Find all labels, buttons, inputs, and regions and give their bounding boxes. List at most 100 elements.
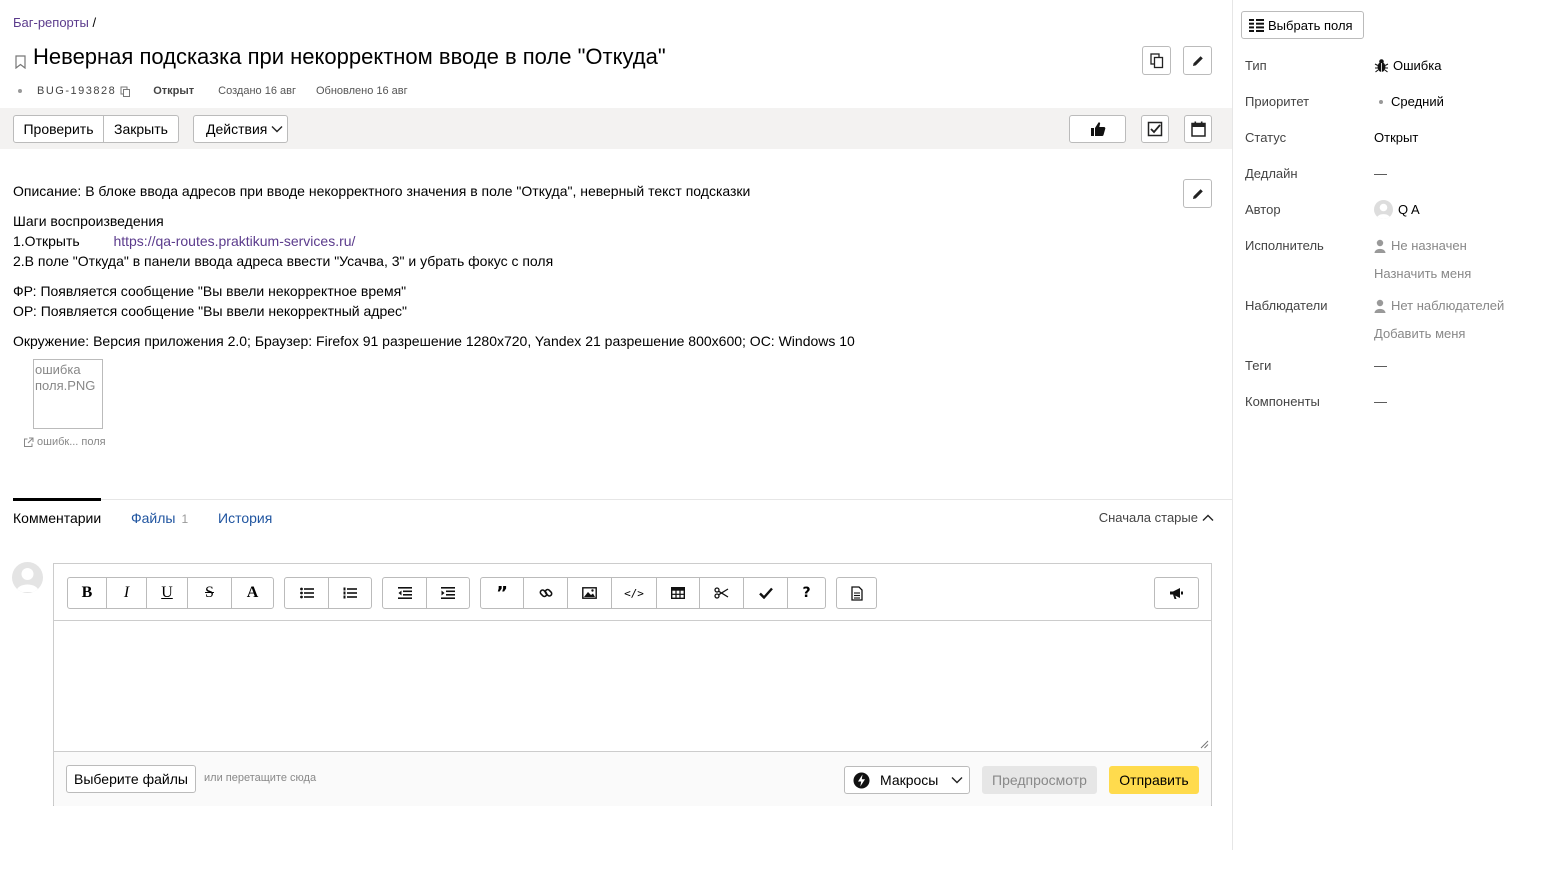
numbered-list-button[interactable] [328, 577, 372, 609]
field-author-value[interactable]: Q A [1374, 200, 1420, 219]
user-silhouette-icon [16, 568, 39, 592]
breadcrumb-separator: / [92, 15, 97, 30]
edit-description-button[interactable] [1183, 179, 1212, 208]
edit-title-button[interactable] [1183, 46, 1212, 75]
sort-toggle[interactable]: Сначала старые [1099, 510, 1214, 525]
link-icon [539, 588, 552, 598]
macros-label: Макросы [880, 772, 939, 788]
close-button[interactable]: Закрыть [104, 115, 179, 143]
table-icon [671, 587, 685, 599]
field-type-value[interactable]: Ошибка [1374, 58, 1441, 73]
description-summary: Описание: В блоке ввода адресов при ввод… [13, 183, 751, 199]
macros-dropdown[interactable]: Макросы [844, 766, 970, 794]
underline-button[interactable]: U [146, 577, 188, 609]
tab-files-count: 1 [181, 512, 189, 526]
assign-me-link[interactable]: Назначить меня [1374, 266, 1471, 281]
field-components-label: Компоненты [1245, 394, 1320, 409]
cut-button[interactable] [699, 577, 744, 609]
quote-button[interactable]: ” [480, 577, 524, 609]
comment-textarea[interactable] [54, 621, 1211, 751]
bookmark-icon[interactable] [15, 55, 26, 69]
breadcrumb: Баг-репорты / [13, 15, 96, 30]
step-1-link[interactable]: https://qa-routes.praktikum-services.ru/ [113, 233, 355, 249]
tab-comments[interactable]: Комментарии [13, 510, 101, 526]
megaphone-icon [1170, 587, 1183, 599]
tab-history[interactable]: История [218, 510, 272, 526]
quote-icon: ” [496, 582, 508, 604]
external-link-icon [24, 437, 34, 447]
field-priority-label: Приоритет [1245, 94, 1310, 109]
scissors-icon [714, 587, 729, 599]
attachment-thumbnail[interactable]: ошибка поля.PNG [33, 359, 103, 429]
resize-handle-icon[interactable] [1200, 740, 1209, 749]
copy-link-button[interactable] [1142, 46, 1171, 75]
field-components-value[interactable]: — [1374, 394, 1387, 409]
person-icon [1374, 299, 1386, 313]
link-button[interactable] [523, 577, 568, 609]
like-button[interactable] [1069, 115, 1126, 143]
checkmark-icon [758, 587, 773, 599]
step-1: 1.Открыть https://qa-routes.praktikum-se… [13, 231, 1163, 251]
outdent-icon [397, 587, 412, 599]
comment-editor: B I U S A ” </> ? Выберите файлы или пер… [53, 563, 1212, 806]
meta-dot [18, 89, 22, 93]
issue-description: Описание: В блоке ввода адресов при ввод… [13, 181, 1163, 351]
field-deadline-label: Дедлайн [1245, 166, 1298, 181]
choose-files-button[interactable]: Выберите файлы [66, 765, 196, 793]
field-deadline-value[interactable]: — [1374, 166, 1387, 181]
attachment-caption[interactable]: ошибк... поля [23, 436, 106, 448]
user-avatar [12, 562, 43, 593]
help-button[interactable]: ? [787, 577, 826, 609]
template-button[interactable] [836, 577, 877, 609]
attachment-caption-text: ошибк... поля [37, 436, 106, 448]
field-author-label: Автор [1245, 202, 1281, 217]
field-tags-value[interactable]: — [1374, 358, 1387, 373]
field-watchers-value[interactable]: Нет наблюдателей [1374, 298, 1504, 313]
image-button[interactable] [567, 577, 612, 609]
issue-meta: BUG-193828 Открыт Создано 16 авг Обновле… [18, 85, 408, 97]
italic-button[interactable]: I [106, 577, 147, 609]
attachment-alt-text: ошибка поля.PNG [35, 362, 96, 393]
preview-button[interactable]: Предпросмотр [982, 766, 1097, 794]
user-silhouette-icon [1376, 203, 1391, 219]
copy-key-icon[interactable] [120, 86, 131, 97]
verify-button[interactable]: Проверить [13, 115, 104, 143]
editor-toolbar: B I U S A ” </> ? [54, 564, 1211, 621]
bold-button[interactable]: B [67, 577, 107, 609]
choose-fields-button[interactable]: Выбрать поля [1241, 11, 1364, 39]
field-assignee-value[interactable]: Не назначен [1374, 238, 1467, 253]
actions-label: Действия [206, 121, 268, 137]
field-status-label: Статус [1245, 130, 1287, 145]
issue-main: Баг-репорты / Неверная подсказка при нек… [0, 0, 1232, 880]
issue-sidebar: Выбрать поля Тип Ошибка Приоритет Средни… [1232, 0, 1542, 850]
tab-files[interactable]: Файлы 1 [131, 510, 188, 526]
expected-result: ОР: Появляется сообщение "Вы ввели некор… [13, 303, 407, 319]
code-icon: </> [624, 586, 644, 600]
checkbox-icon [1147, 121, 1163, 137]
strikethrough-button[interactable]: S [187, 577, 232, 609]
table-button[interactable] [656, 577, 700, 609]
checklist-button[interactable] [1141, 115, 1169, 143]
pencil-icon [1192, 55, 1203, 66]
send-button[interactable]: Отправить [1109, 766, 1199, 794]
actions-dropdown[interactable]: Действия [193, 115, 288, 143]
field-assignee-text: Не назначен [1391, 238, 1467, 253]
add-me-link[interactable]: Добавить меня [1374, 326, 1465, 341]
field-status-value[interactable]: Открыт [1374, 130, 1418, 145]
field-tags-label: Теги [1245, 358, 1272, 373]
announce-button[interactable] [1154, 577, 1199, 609]
person-icon [1374, 239, 1386, 253]
numbered-list-icon [343, 587, 357, 599]
code-button[interactable]: </> [611, 577, 657, 609]
breadcrumb-link[interactable]: Баг-репорты [13, 15, 89, 30]
sort-label: Сначала старые [1098, 510, 1198, 525]
field-watchers-label: Наблюдатели [1245, 298, 1328, 313]
field-priority-value[interactable]: Средний [1374, 94, 1444, 109]
outdent-button[interactable] [382, 577, 427, 609]
bulleted-list-button[interactable] [284, 577, 329, 609]
calendar-button[interactable] [1184, 115, 1212, 143]
checkmark-button[interactable] [743, 577, 788, 609]
font-color-button[interactable]: A [231, 577, 274, 609]
document-icon [850, 585, 863, 601]
indent-button[interactable] [426, 577, 470, 609]
